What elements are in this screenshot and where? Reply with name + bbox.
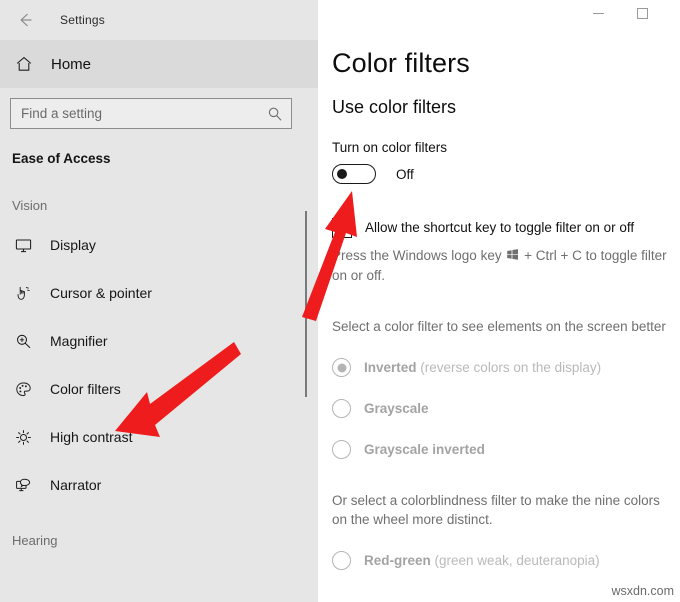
radio-option-name: Grayscale bbox=[364, 401, 429, 416]
radio-option-name: Grayscale inverted bbox=[364, 442, 485, 457]
maximize-icon bbox=[637, 8, 648, 19]
sidebar-item-label: Cursor & pointer bbox=[50, 285, 152, 301]
page-title: Color filters bbox=[332, 48, 670, 79]
narrator-icon bbox=[12, 477, 34, 494]
shortcut-checkbox[interactable] bbox=[332, 218, 352, 238]
sidebar-group-hearing: Hearing bbox=[0, 509, 318, 548]
color-palette-icon bbox=[12, 381, 34, 398]
sidebar-item-label: Color filters bbox=[50, 381, 121, 397]
colorblind-section-description: Or select a colorblindness filter to mak… bbox=[332, 491, 670, 529]
sidebar-item-label: Narrator bbox=[50, 477, 101, 493]
sidebar-category-title: Ease of Access bbox=[0, 129, 318, 166]
radio-option-red-green[interactable]: Red-green (green weak, deuteranopia) bbox=[332, 551, 670, 570]
windows-logo-icon bbox=[506, 247, 519, 266]
radio-label: Grayscale bbox=[364, 401, 429, 416]
sidebar-item-magnifier[interactable]: Magnifier bbox=[0, 317, 318, 365]
pane-scrollbar[interactable] bbox=[305, 211, 307, 397]
toggle-state-label: Off bbox=[396, 167, 414, 182]
radio-label: Grayscale inverted bbox=[364, 442, 485, 457]
shortcut-checkbox-label: Allow the shortcut key to toggle filter … bbox=[365, 218, 634, 238]
radio-button[interactable] bbox=[332, 399, 351, 418]
search-icon[interactable] bbox=[267, 106, 283, 122]
color-filters-toggle[interactable] bbox=[332, 164, 376, 184]
radio-option-name: Red-green bbox=[364, 553, 431, 568]
main-content: Color filters Use color filters Turn on … bbox=[318, 0, 680, 602]
radio-option-detail: (reverse colors on the display) bbox=[420, 360, 601, 375]
minimize-button[interactable] bbox=[576, 0, 620, 26]
settings-window: Settings Home Ease bbox=[0, 0, 680, 602]
title-bar: Settings bbox=[0, 0, 318, 40]
maximize-button[interactable] bbox=[620, 0, 664, 26]
radio-option-grayscale[interactable]: Grayscale bbox=[332, 399, 670, 418]
app-title: Settings bbox=[60, 13, 105, 27]
cursor-pointer-icon bbox=[12, 285, 34, 302]
sidebar-home-label: Home bbox=[51, 56, 91, 73]
toggle-thumb bbox=[337, 169, 347, 179]
toggle-label: Turn on color filters bbox=[332, 140, 670, 155]
sidebar-group-vision: Vision bbox=[0, 166, 318, 213]
radio-option-grayscale-inverted[interactable]: Grayscale inverted bbox=[332, 440, 670, 459]
sidebar-item-display[interactable]: Display bbox=[0, 221, 318, 269]
sidebar-nav-list: Display Cursor & pointer bbox=[0, 221, 318, 509]
radio-button[interactable] bbox=[332, 440, 351, 459]
radio-option-detail: (green weak, deuteranopia) bbox=[435, 553, 600, 568]
search-box[interactable] bbox=[10, 98, 292, 129]
brightness-icon bbox=[12, 429, 34, 446]
radio-option-name: Inverted bbox=[364, 360, 417, 375]
sidebar-item-home[interactable]: Home bbox=[0, 40, 318, 88]
sidebar: Settings Home Ease bbox=[0, 0, 318, 602]
watermark: wsxdn.com bbox=[611, 584, 674, 598]
shortcut-hint: Press the Windows logo key + Ctrl + C to… bbox=[332, 246, 670, 285]
search-container bbox=[0, 88, 318, 129]
sidebar-item-label: Magnifier bbox=[50, 333, 108, 349]
radio-button[interactable] bbox=[332, 551, 351, 570]
search-input[interactable] bbox=[21, 106, 267, 121]
color-filters-toggle-row: Off bbox=[332, 164, 670, 184]
sidebar-item-narrator[interactable]: Narrator bbox=[0, 461, 318, 509]
shortcut-checkbox-row: Allow the shortcut key to toggle filter … bbox=[332, 218, 670, 238]
sidebar-item-label: Display bbox=[50, 237, 96, 253]
section-heading: Use color filters bbox=[332, 97, 670, 118]
magnifier-icon bbox=[12, 333, 34, 350]
sidebar-item-label: High contrast bbox=[50, 429, 132, 445]
shortcut-hint-prefix: Press the Windows logo key bbox=[332, 248, 502, 263]
sidebar-item-cursor-pointer[interactable]: Cursor & pointer bbox=[0, 269, 318, 317]
sidebar-item-high-contrast[interactable]: High contrast bbox=[0, 413, 318, 461]
back-arrow-icon[interactable] bbox=[12, 7, 38, 33]
minimize-icon bbox=[593, 13, 604, 14]
window-controls bbox=[318, 0, 680, 34]
radio-label: Red-green (green weak, deuteranopia) bbox=[364, 553, 600, 568]
home-icon bbox=[12, 55, 36, 73]
sidebar-item-color-filters[interactable]: Color filters bbox=[0, 365, 318, 413]
monitor-icon bbox=[12, 237, 34, 254]
radio-option-inverted[interactable]: Inverted (reverse colors on the display) bbox=[332, 358, 670, 377]
radio-button[interactable] bbox=[332, 358, 351, 377]
filter-section-description: Select a color filter to see elements on… bbox=[332, 317, 670, 336]
radio-label: Inverted (reverse colors on the display) bbox=[364, 360, 601, 375]
